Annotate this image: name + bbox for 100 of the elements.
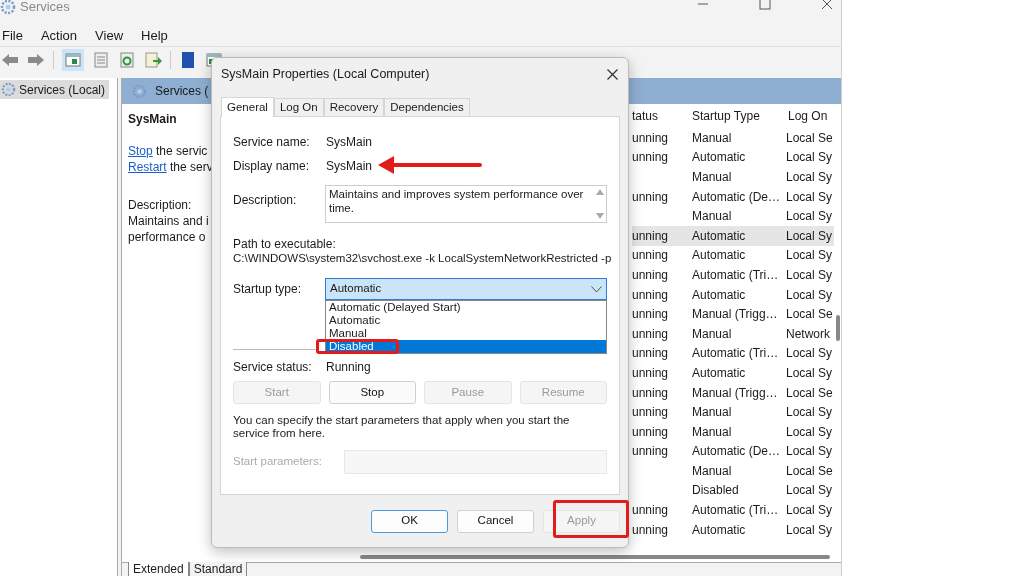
action-text: the servic bbox=[155, 143, 208, 158]
table-cell: unning bbox=[632, 267, 669, 282]
close-icon[interactable] bbox=[821, 0, 833, 10]
description-text: Maintains and i bbox=[128, 213, 209, 228]
table-cell: Local Sy bbox=[786, 346, 833, 361]
table-cell: Local Sy bbox=[786, 365, 833, 380]
service-row[interactable]: unning Manual Local Se bbox=[632, 128, 834, 148]
service-row[interactable]: unning Automatic Local Sy bbox=[632, 245, 834, 266]
export-icon[interactable] bbox=[144, 50, 162, 69]
refresh-icon[interactable] bbox=[118, 50, 136, 69]
field-label: Display name: bbox=[233, 158, 311, 175]
service-row[interactable]: unning Automatic (Tri… Local Sy bbox=[632, 343, 834, 364]
service-row[interactable]: unning Automatic Local Sy bbox=[632, 147, 834, 168]
service-row[interactable]: unning Automatic (Tri… Local Sy bbox=[632, 265, 834, 285]
service-row[interactable]: unning Manual (Trigg… Local Se bbox=[632, 382, 834, 403]
table-cell: Automatic bbox=[692, 522, 746, 537]
list-icon[interactable] bbox=[92, 50, 110, 69]
dropdown-option[interactable]: Automatic (Delayed Start) bbox=[326, 301, 606, 314]
description-text: Maintains and improves system performance over time. bbox=[328, 187, 585, 216]
service-row[interactable]: Manual Local Se bbox=[632, 461, 834, 481]
service-row[interactable]: unning Automatic Local Sy bbox=[632, 284, 834, 305]
service-button[interactable]: Stop bbox=[328, 381, 416, 404]
table-cell: Automatic (Tri… bbox=[692, 267, 779, 282]
table-cell: Automatic (Tri… bbox=[692, 503, 779, 518]
horizontal-scrollbar[interactable] bbox=[360, 555, 830, 559]
scroll-up-icon[interactable] bbox=[596, 189, 604, 195]
table-cell: Local Sy bbox=[786, 405, 833, 420]
dialog-tab[interactable]: Dependencies bbox=[384, 98, 470, 116]
field-value: SysMain bbox=[326, 134, 372, 151]
table-cell: unning bbox=[632, 228, 669, 243]
action-link[interactable]: Stop bbox=[128, 142, 153, 158]
dropdown-option[interactable]: Automatic bbox=[326, 314, 606, 327]
description-text: performance o bbox=[128, 229, 206, 244]
table-cell: unning bbox=[632, 522, 669, 537]
column-header[interactable]: Log On bbox=[786, 107, 833, 125]
column-header[interactable]: Startup Type bbox=[690, 107, 786, 125]
maximize-icon[interactable] bbox=[759, 0, 771, 10]
table-cell: Local Sy bbox=[786, 483, 833, 498]
table-cell: Automatic (De… bbox=[692, 189, 781, 204]
table-cell: Automatic bbox=[692, 248, 746, 263]
service-row[interactable]: unning Automatic Local Sy bbox=[632, 225, 834, 246]
table-cell: Local Se bbox=[786, 130, 833, 145]
table-cell: Local Se bbox=[786, 385, 833, 400]
service-row[interactable]: Manual Local Sy bbox=[632, 167, 834, 187]
services-gear-icon bbox=[0, 0, 16, 15]
table-cell: Local Se bbox=[786, 307, 833, 322]
table-cell: Automatic bbox=[692, 287, 746, 302]
dialog-button[interactable]: Cancel bbox=[457, 509, 534, 533]
console-tree-icon[interactable] bbox=[64, 50, 82, 69]
table-cell: Local Sy bbox=[786, 189, 833, 204]
service-row[interactable]: unning Manual Local Sy bbox=[632, 402, 834, 422]
dialog-button[interactable]: OK bbox=[371, 509, 448, 533]
service-row[interactable]: unning Automatic (De… Local Sy bbox=[632, 186, 834, 207]
dialog-tab[interactable]: General bbox=[221, 97, 274, 117]
service-row[interactable]: unning Manual Local Sy bbox=[632, 421, 834, 442]
view-tab[interactable]: Standard bbox=[188, 562, 248, 576]
scrollbar-thumb[interactable] bbox=[835, 315, 840, 341]
service-row[interactable]: unning Automatic Local Sy bbox=[632, 519, 834, 540]
table-cell: Local Se bbox=[786, 463, 833, 478]
table-cell: Automatic bbox=[692, 228, 746, 243]
action-link[interactable]: Restart bbox=[128, 158, 167, 174]
view-tab[interactable]: Extended bbox=[128, 562, 189, 576]
table-cell: unning bbox=[632, 503, 669, 518]
dialog-title: SysMain Properties (Local Computer) bbox=[221, 65, 430, 83]
service-row[interactable]: unning Automatic (De… Local Sy bbox=[632, 441, 834, 462]
table-cell: Local Sy bbox=[786, 424, 833, 439]
service-row[interactable]: Manual Local Sy bbox=[632, 206, 834, 226]
table-cell: Manual bbox=[692, 130, 732, 145]
field-label: Service name: bbox=[233, 134, 311, 151]
menu-item[interactable]: View bbox=[95, 25, 124, 46]
service-row[interactable]: unning Automatic (Tri… Local Sy bbox=[632, 500, 834, 520]
service-title: SysMain bbox=[128, 111, 178, 128]
service-row[interactable]: unning Automatic Local Sy bbox=[632, 363, 834, 383]
dropdown-option[interactable]: Disabled bbox=[326, 340, 606, 353]
field-label: Start parameters: bbox=[233, 454, 323, 470]
table-cell: Disabled bbox=[692, 483, 739, 498]
startup-type-dropdown[interactable]: Automatic bbox=[325, 278, 607, 300]
close-icon[interactable] bbox=[607, 68, 618, 80]
menu-item[interactable]: Action bbox=[40, 25, 78, 46]
dropdown-option[interactable]: Manual bbox=[326, 327, 606, 340]
table-cell: Local Sy bbox=[786, 287, 833, 302]
status-value: Running bbox=[326, 359, 371, 376]
table-cell: unning bbox=[632, 307, 669, 322]
menu-item[interactable]: Help bbox=[141, 25, 168, 46]
tree-item[interactable]: Services (Local) bbox=[0, 80, 110, 99]
dialog-tab[interactable]: Recovery bbox=[323, 98, 385, 116]
table-cell: unning bbox=[632, 385, 669, 400]
table-cell: Local Sy bbox=[786, 248, 833, 263]
dialog-tab[interactable]: Log On bbox=[273, 98, 324, 116]
table-cell: Manual bbox=[692, 326, 732, 341]
menu-item[interactable]: File bbox=[2, 25, 23, 46]
service-row[interactable]: unning Manual (Trigg… Local Se bbox=[632, 304, 834, 324]
column-header[interactable]: tatus bbox=[632, 107, 690, 125]
service-row[interactable]: Disabled Local Sy bbox=[632, 480, 834, 501]
field-label: Service status: bbox=[233, 359, 313, 376]
field-label: Description: bbox=[233, 192, 298, 209]
table-cell: Manual bbox=[692, 405, 732, 420]
scroll-down-icon[interactable] bbox=[596, 213, 604, 219]
table-cell: unning bbox=[632, 424, 669, 439]
service-row[interactable]: unning Manual Network bbox=[632, 323, 834, 344]
